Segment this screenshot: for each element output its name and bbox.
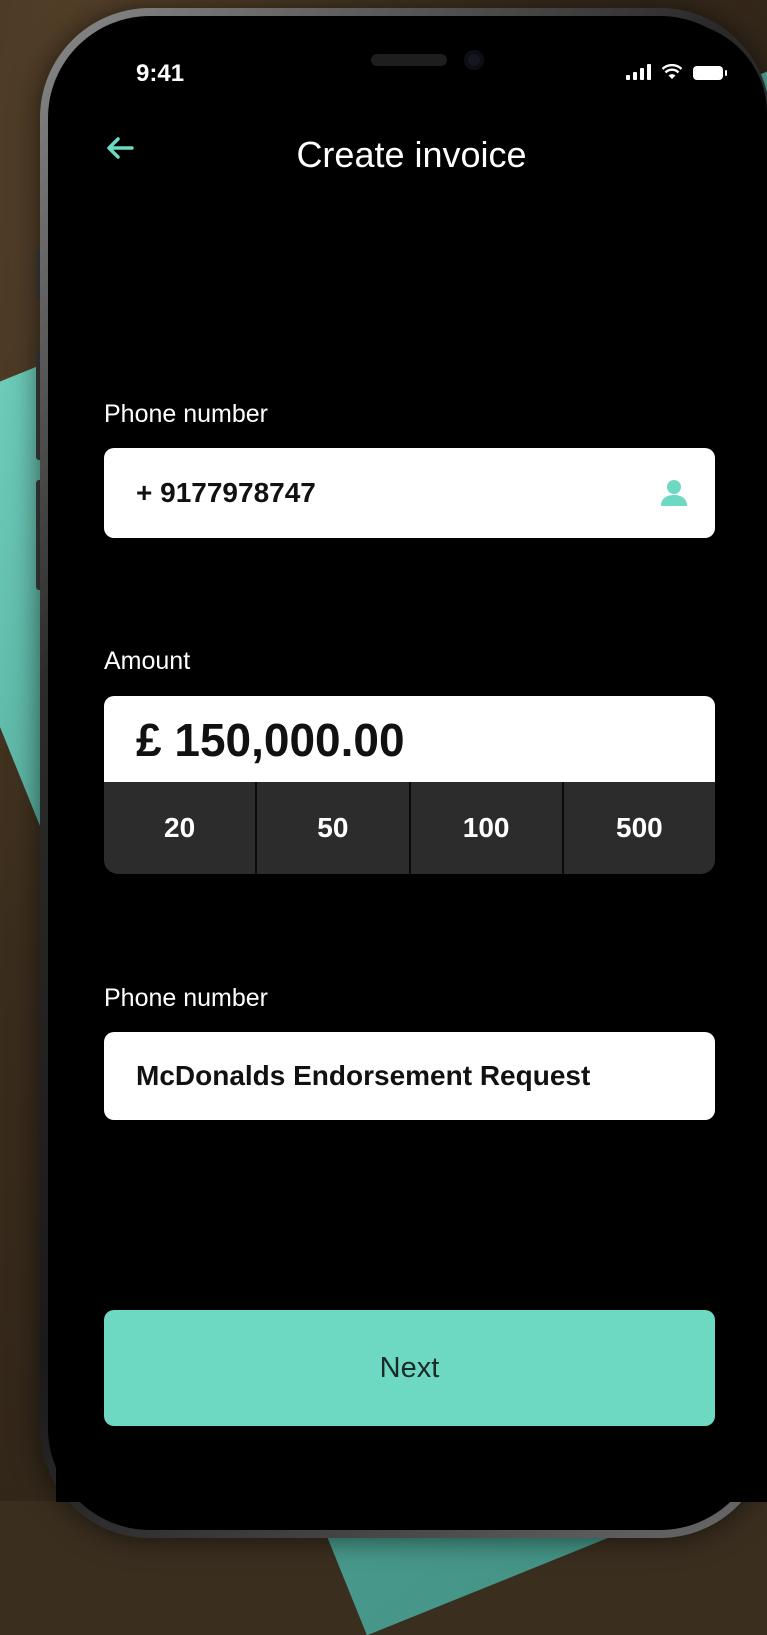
next-button[interactable]: Next bbox=[104, 1310, 715, 1426]
battery-icon bbox=[693, 66, 727, 80]
cellular-signal-icon bbox=[626, 64, 651, 80]
contact-person-icon[interactable] bbox=[659, 478, 689, 508]
wifi-icon bbox=[661, 64, 683, 79]
quick-amount-20[interactable]: 20 bbox=[104, 782, 255, 874]
phone-number-field[interactable]: + 9177978747 bbox=[104, 448, 715, 538]
quick-amount-500[interactable]: 500 bbox=[561, 782, 715, 874]
description-label: Phone number bbox=[104, 984, 269, 1012]
earpiece-speaker bbox=[371, 54, 447, 66]
status-time: 9:41 bbox=[136, 60, 185, 87]
description-field[interactable]: McDonalds Endorsement Request bbox=[104, 1032, 715, 1120]
quick-amount-100[interactable]: 100 bbox=[408, 782, 562, 874]
phone-number-label: Phone number bbox=[104, 400, 269, 428]
amount-value: £ 150,000.00 bbox=[136, 714, 405, 766]
phone-number-value: + 9177978747 bbox=[136, 477, 316, 508]
page-title: Create invoice bbox=[296, 134, 527, 175]
quick-amount-50[interactable]: 50 bbox=[255, 782, 408, 874]
amount-label: Amount bbox=[104, 647, 191, 675]
front-camera bbox=[464, 50, 484, 70]
status-icons bbox=[626, 64, 727, 80]
app-screen: 9:41 Create invoice Phone number + 91779… bbox=[56, 22, 767, 1502]
quick-amount-chips: 20 50 100 500 bbox=[104, 782, 715, 874]
description-value: McDonalds Endorsement Request bbox=[136, 1060, 591, 1091]
amount-field[interactable]: £ 150,000.00 bbox=[104, 696, 715, 784]
